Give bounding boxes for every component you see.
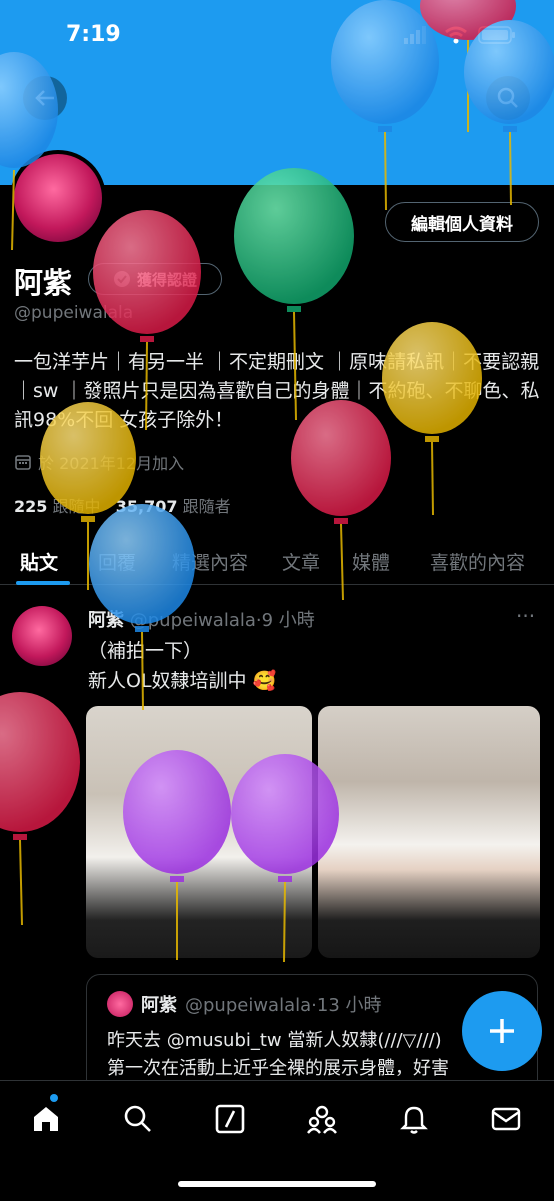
get-verified-label: 獲得認證 [136,270,197,289]
grok-icon[interactable] [214,1103,246,1135]
quoted-handle-time: @pupeiwalala·13 小時 [185,995,382,1016]
quoted-avatar [107,991,133,1017]
following-count: 225 [14,497,48,516]
home-indicator [178,1181,376,1187]
follow-stats: 225 跟隨中 35,707 跟隨者 [14,493,231,517]
tab-articles[interactable]: 文章 [282,548,320,575]
profile-tabs: 貼文 回覆 精選內容 文章 媒體 喜歡的內容 [0,536,554,585]
active-tab-indicator [16,581,70,585]
followers-link[interactable]: 35,707 跟隨者 [116,497,231,516]
wifi-icon [445,26,467,44]
followers-count: 35,707 [115,497,178,516]
back-arrow-icon [35,90,54,106]
compose-button[interactable] [462,991,542,1071]
notifications-icon[interactable] [398,1103,430,1135]
tab-highlights[interactable]: 精選內容 [172,548,248,575]
following-link[interactable]: 225 跟隨中 [14,497,101,516]
communities-icon[interactable] [306,1103,338,1135]
search-icon[interactable] [122,1103,154,1135]
profile-bio: 一包洋芋片｜有另一半 ｜不定期刪文 ｜原味請私訊｜不要認親｜sw ｜發照片只是因… [14,351,540,431]
following-label: 跟隨中 [52,497,101,516]
balloon [0,692,80,926]
edit-profile-button[interactable]: 編輯個人資料 [385,202,539,242]
calendar-icon [15,455,31,470]
post-photo-1[interactable] [86,706,312,958]
search-button[interactable] [486,76,530,120]
tab-likes[interactable]: 喜歡的內容 [430,548,525,575]
search-icon [497,87,518,108]
joined-date: 於 2021年12月加入 [14,450,184,474]
post-text: （補拍一下） 新人OL奴隸培訓中 🥰 [88,636,276,696]
followers-label: 跟隨者 [182,497,231,516]
post-more-button[interactable]: ··· [516,604,535,628]
messages-icon[interactable] [490,1103,522,1135]
battery-icon [478,26,515,44]
quoted-post-header: 阿紫 @pupeiwalala·13 小時 [107,991,382,1017]
post-text-line: （補拍一下） [88,640,203,662]
home-notification-dot [50,1094,58,1102]
post-photo-2[interactable] [318,706,540,958]
profile-name: 阿紫 [14,266,73,300]
tab-media[interactable]: 媒體 [352,548,390,575]
post-avatar[interactable] [12,606,72,666]
home-icon[interactable] [30,1103,62,1135]
quoted-text-line: 第一次在活動上近乎全裸的展示身體，好害 [107,1058,449,1079]
joined-label: 於 2021年12月加入 [38,454,185,473]
verified-badge-icon [113,271,130,287]
plus-icon [490,1019,514,1043]
status-time: 7:19 [66,22,121,47]
post-text-line: 新人OL奴隸培訓中 🥰 [88,670,277,692]
tab-replies[interactable]: 回覆 [98,548,136,575]
get-verified-button[interactable]: 獲得認證 [88,263,222,295]
post-author-name[interactable]: 阿紫 [88,610,124,631]
profile-handle: @pupeiwalala [14,303,134,323]
signal-icon [404,26,426,44]
back-button[interactable] [23,76,67,120]
avatar[interactable] [14,154,102,242]
quoted-author-name: 阿紫 [141,995,177,1016]
tab-posts[interactable]: 貼文 [20,548,58,575]
post-handle-time: @pupeiwalala·9 小時 [129,610,315,631]
post-header: 阿紫 @pupeiwalala·9 小時 [88,606,315,632]
